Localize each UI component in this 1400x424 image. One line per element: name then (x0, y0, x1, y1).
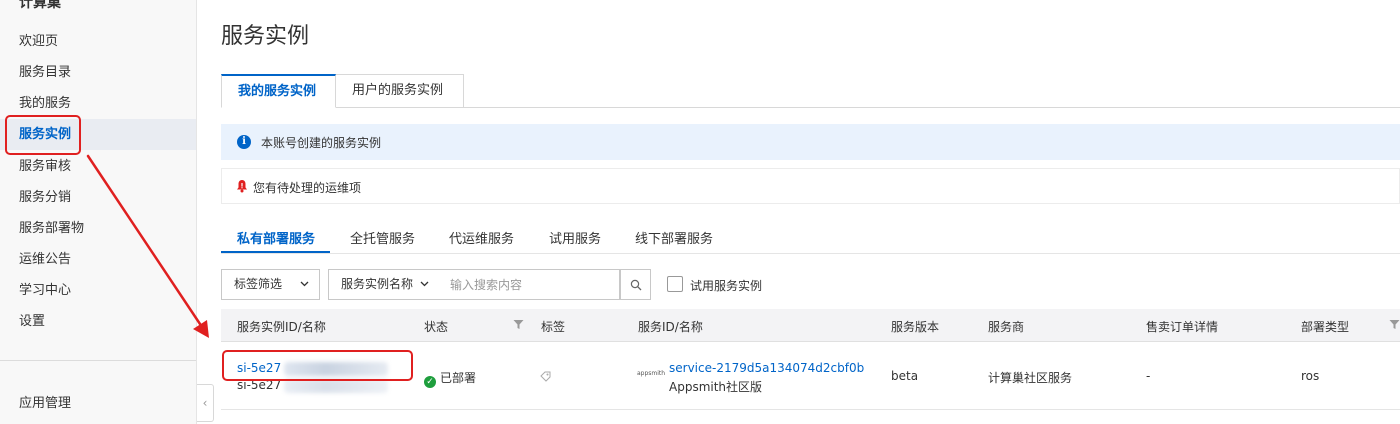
column-service-version: 服务版本 (891, 320, 940, 334)
sidebar-item-learning-center[interactable]: 学习中心 (0, 275, 196, 306)
sidebar-item-service-instances[interactable]: 服务实例 (0, 119, 196, 150)
redacted-text (284, 361, 389, 376)
column-deployment-type: 部署类型 (1301, 320, 1350, 334)
tag-filter-dropdown[interactable]: 标签筛选 (221, 269, 320, 300)
service-version: beta (891, 369, 919, 383)
service-id-link[interactable]: service-2179d5a134074d2cbf0b (669, 361, 864, 375)
active-tab-indicator (221, 251, 330, 253)
instance-name-text: si-5e27 (237, 378, 282, 392)
sidebar-item-my-services[interactable]: 我的服务 (0, 88, 196, 119)
sidebar-divider (0, 360, 196, 361)
tag-filter-label: 标签筛选 (234, 277, 283, 291)
check-circle-icon: ✓ (424, 376, 436, 388)
sidebar-item-ops-announcements[interactable]: 运维公告 (0, 244, 196, 275)
sidebar-item-app-management[interactable]: 应用管理 (19, 392, 71, 411)
info-banner: i 本账号创建的服务实例 (221, 124, 1400, 160)
column-service-id-name: 服务ID/名称 (638, 320, 703, 334)
redacted-text (284, 378, 389, 393)
filter-icon[interactable] (1389, 319, 1400, 330)
trial-instances-label: 试用服务实例 (690, 279, 763, 293)
subtab-private-deployment[interactable]: 私有部署服务 (237, 228, 315, 247)
subtab-managed-ops[interactable]: 代运维服务 (449, 228, 514, 247)
trial-instances-checkbox[interactable] (667, 276, 683, 292)
deployment-type: ros (1301, 369, 1320, 383)
status-cell: ✓ 已部署 (424, 369, 476, 388)
column-order-details: 售卖订单详情 (1146, 320, 1219, 334)
instance-id-link[interactable]: si-5e27 (237, 361, 389, 376)
alert-banner[interactable]: 您有待处理的运维项 (221, 168, 1400, 204)
sidebar-item-service-distribution[interactable]: 服务分销 (0, 182, 196, 213)
filter-icon[interactable] (513, 319, 524, 330)
search-icon (630, 279, 642, 291)
sidebar: 计算巢 欢迎页 服务目录 我的服务 服务实例 服务审核 服务分销 服务部署物 运… (0, 0, 197, 424)
info-icon: i (237, 135, 251, 149)
tab-my-service-instances[interactable]: 我的服务实例 (221, 74, 336, 108)
sidebar-item-welcome[interactable]: 欢迎页 (0, 26, 196, 57)
bell-alert-icon (237, 180, 247, 193)
search-button[interactable] (620, 269, 651, 300)
sidebar-title: 计算巢 (19, 0, 61, 11)
appsmith-logo: appsmith (637, 370, 666, 377)
chevron-down-icon (300, 281, 309, 287)
table-row: si-5e27 si-5e27 ✓ 已部署 appsmith service-21… (221, 342, 1400, 410)
page-title: 服务实例 (221, 24, 310, 49)
provider-name: 计算巢社区服务 (988, 371, 1073, 385)
tab-user-service-instances[interactable]: 用户的服务实例 (336, 74, 464, 108)
sidebar-item-service-catalog[interactable]: 服务目录 (0, 57, 196, 88)
search-field-select[interactable]: 服务实例名称 (328, 269, 439, 300)
column-provider: 服务商 (988, 320, 1025, 334)
column-status: 状态 (424, 320, 449, 334)
edit-tag-icon[interactable] (539, 370, 552, 383)
instance-id-text[interactable]: si-5e27 (237, 361, 281, 375)
info-banner-text: 本账号创建的服务实例 (261, 136, 382, 150)
column-tags: 标签 (541, 320, 566, 334)
subtab-offline-deployment[interactable]: 线下部署服务 (635, 228, 713, 247)
service-name: Appsmith社区版 (669, 380, 763, 394)
status-text: 已部署 (440, 371, 477, 385)
sidebar-item-settings[interactable]: 设置 (0, 306, 196, 337)
column-instance-id-name: 服务实例ID/名称 (237, 320, 326, 334)
search-field-select-label: 服务实例名称 (341, 277, 414, 291)
sidebar-item-deployment-artifacts[interactable]: 服务部署物 (0, 213, 196, 244)
subtab-fully-managed[interactable]: 全托管服务 (350, 228, 415, 247)
sidebar-item-service-review[interactable]: 服务审核 (0, 151, 196, 182)
table-header: 服务实例ID/名称 状态 标签 服务ID/名称 服务版本 服务商 售卖订单详情 … (221, 309, 1400, 342)
chevron-down-icon (420, 281, 429, 287)
alert-banner-text: 您有待处理的运维项 (253, 181, 362, 195)
subtab-trial[interactable]: 试用服务 (549, 228, 601, 247)
search-input[interactable] (438, 269, 620, 300)
sidebar-collapse-button[interactable]: ‹ (197, 384, 214, 422)
instance-name: si-5e27 (237, 378, 389, 393)
deployment-type-tabs: 私有部署服务 全托管服务 代运维服务 试用服务 线下部署服务 (221, 220, 1400, 254)
order-details: - (1146, 369, 1151, 383)
